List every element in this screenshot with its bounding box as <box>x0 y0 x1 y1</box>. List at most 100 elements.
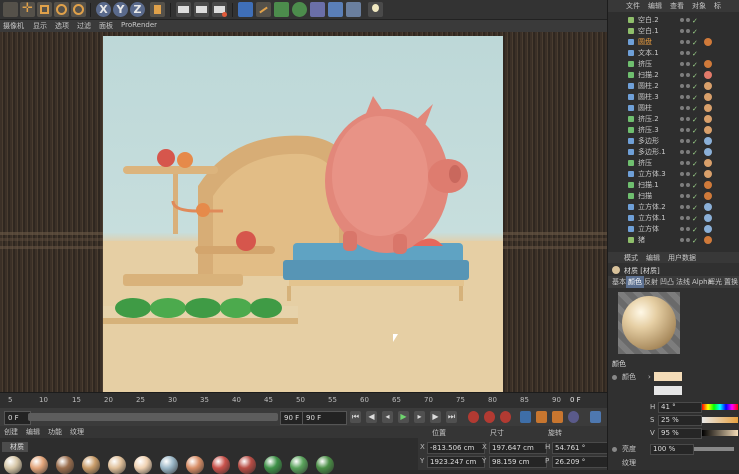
timeline-range-slider[interactable] <box>28 413 278 421</box>
render-dot-icon[interactable] <box>686 62 690 66</box>
om-menu-tags[interactable]: 标 <box>714 1 721 11</box>
material-tag-icon[interactable] <box>704 148 712 156</box>
size-x-field[interactable]: 197.647 cm <box>489 442 547 454</box>
om-menu-edit[interactable]: 编辑 <box>648 1 662 11</box>
material-tag-icon[interactable] <box>704 225 712 233</box>
enabled-check-icon[interactable]: ✓ <box>692 148 698 158</box>
material-tag-icon[interactable] <box>704 60 712 68</box>
enabled-check-icon[interactable]: ✓ <box>692 192 698 202</box>
am-menu-edit[interactable]: 编辑 <box>646 253 660 263</box>
enabled-check-icon[interactable]: ✓ <box>692 27 698 37</box>
enabled-check-icon[interactable]: ✓ <box>692 203 698 213</box>
move-tool-icon[interactable] <box>3 2 18 17</box>
material-ball[interactable] <box>212 456 230 474</box>
visibility-dot-icon[interactable] <box>680 62 684 66</box>
color-swatch-white[interactable] <box>654 386 682 395</box>
material-tag-icon[interactable] <box>704 192 712 200</box>
timeline-ruler[interactable]: 5 10 15 20 25 30 35 40 45 50 55 60 65 70… <box>0 392 607 408</box>
material-menu-texture[interactable]: 纹理 <box>70 427 84 437</box>
play-button[interactable]: ▶ <box>398 411 409 423</box>
x-axis-lock-button[interactable]: X <box>96 2 111 17</box>
material-tag-icon[interactable] <box>704 115 712 123</box>
timeline-window-icon[interactable] <box>590 411 601 423</box>
viewport-menu-prorender[interactable]: ProRender <box>121 21 157 29</box>
material-ball[interactable] <box>56 456 74 474</box>
viewport-menu-panel[interactable]: 面板 <box>99 21 113 31</box>
enabled-check-icon[interactable]: ✓ <box>692 115 698 125</box>
render-to-picture-viewer-icon[interactable] <box>194 2 209 17</box>
hsv-slider[interactable] <box>702 430 738 436</box>
record-keyframe-icon[interactable] <box>468 411 479 423</box>
object-row[interactable]: 圆盘 ✓ <box>608 37 739 47</box>
visibility-dot-icon[interactable] <box>680 117 684 121</box>
material-tag-icon[interactable] <box>704 170 712 178</box>
floor-icon[interactable] <box>328 2 343 17</box>
render-dot-icon[interactable] <box>686 238 690 242</box>
z-axis-lock-button[interactable]: Z <box>130 2 145 17</box>
object-row[interactable]: 圆柱 ✓ <box>608 103 739 113</box>
material-ball[interactable] <box>30 456 48 474</box>
render-dot-icon[interactable] <box>686 139 690 143</box>
render-dot-icon[interactable] <box>686 95 690 99</box>
render-dot-icon[interactable] <box>686 194 690 198</box>
autokey-icon[interactable] <box>484 411 495 423</box>
visibility-dot-icon[interactable] <box>680 161 684 165</box>
camera-icon[interactable] <box>346 2 361 17</box>
material-tag-icon[interactable] <box>704 93 712 101</box>
previous-frame-button[interactable]: ◂ <box>382 411 393 423</box>
enabled-check-icon[interactable]: ✓ <box>692 170 698 180</box>
keyframe-selection-icon[interactable] <box>500 411 511 423</box>
material-tag-icon[interactable] <box>704 137 712 145</box>
render-dot-icon[interactable] <box>686 216 690 220</box>
position-x-field[interactable]: -813.506 cm <box>427 442 485 454</box>
am-menu-mode[interactable]: 模式 <box>624 253 638 263</box>
enabled-check-icon[interactable]: ✓ <box>692 159 698 169</box>
cloner-icon[interactable] <box>292 2 307 17</box>
render-dot-icon[interactable] <box>686 128 690 132</box>
visibility-dot-icon[interactable] <box>680 194 684 198</box>
visibility-dot-icon[interactable] <box>680 29 684 33</box>
material-tag-icon[interactable] <box>704 104 712 112</box>
next-frame-button[interactable]: ▸ <box>414 411 425 423</box>
enabled-check-icon[interactable]: ✓ <box>692 16 698 26</box>
render-dot-icon[interactable] <box>686 40 690 44</box>
hsv-field[interactable]: 41 ° <box>658 402 702 413</box>
scale-tool-icon[interactable] <box>37 2 52 17</box>
object-row[interactable]: 挤压 ✓ <box>608 59 739 69</box>
material-tag-icon[interactable] <box>704 38 712 46</box>
move-axis-icon[interactable]: ✛ <box>20 2 35 17</box>
material-menu-edit[interactable]: 编辑 <box>26 427 40 437</box>
visibility-dot-icon[interactable] <box>680 128 684 132</box>
position-key-icon[interactable] <box>520 411 531 423</box>
enabled-check-icon[interactable]: ✓ <box>692 49 698 59</box>
material-ball[interactable] <box>108 456 126 474</box>
enabled-check-icon[interactable]: ✓ <box>692 104 698 114</box>
enabled-check-icon[interactable]: ✓ <box>692 181 698 191</box>
om-menu-object[interactable]: 对象 <box>692 1 706 11</box>
keyframe-dot-icon[interactable] <box>612 447 617 452</box>
object-row[interactable]: 多边形.1 ✓ <box>608 147 739 157</box>
object-row[interactable]: 多边形 ✓ <box>608 136 739 146</box>
brightness-slider[interactable] <box>694 447 734 451</box>
material-ball[interactable] <box>316 456 334 474</box>
object-row[interactable]: 圆柱.3 ✓ <box>608 92 739 102</box>
material-ball[interactable] <box>82 456 100 474</box>
visibility-dot-icon[interactable] <box>680 238 684 242</box>
size-y-field[interactable]: 98.159 cm <box>489 456 547 468</box>
object-row[interactable]: 挤压.3 ✓ <box>608 125 739 135</box>
viewport-menu-cameras[interactable]: 摄像机 <box>3 21 24 31</box>
om-menu-view[interactable]: 查看 <box>670 1 684 11</box>
material-tag-icon[interactable] <box>704 236 712 244</box>
material-ball[interactable] <box>4 456 22 474</box>
hsv-field[interactable]: 95 % <box>658 428 702 439</box>
material-ball[interactable] <box>238 456 256 474</box>
render-dot-icon[interactable] <box>686 183 690 187</box>
visibility-dot-icon[interactable] <box>680 95 684 99</box>
object-row[interactable]: 空白.1 ✓ <box>608 26 739 36</box>
go-to-start-button[interactable]: ⏮ <box>350 411 361 423</box>
render-dot-icon[interactable] <box>686 150 690 154</box>
subdivision-surface-icon[interactable] <box>274 2 289 17</box>
visibility-dot-icon[interactable] <box>680 84 684 88</box>
material-tag-icon[interactable] <box>704 203 712 211</box>
am-menu-user-data[interactable]: 用户数据 <box>668 253 696 263</box>
